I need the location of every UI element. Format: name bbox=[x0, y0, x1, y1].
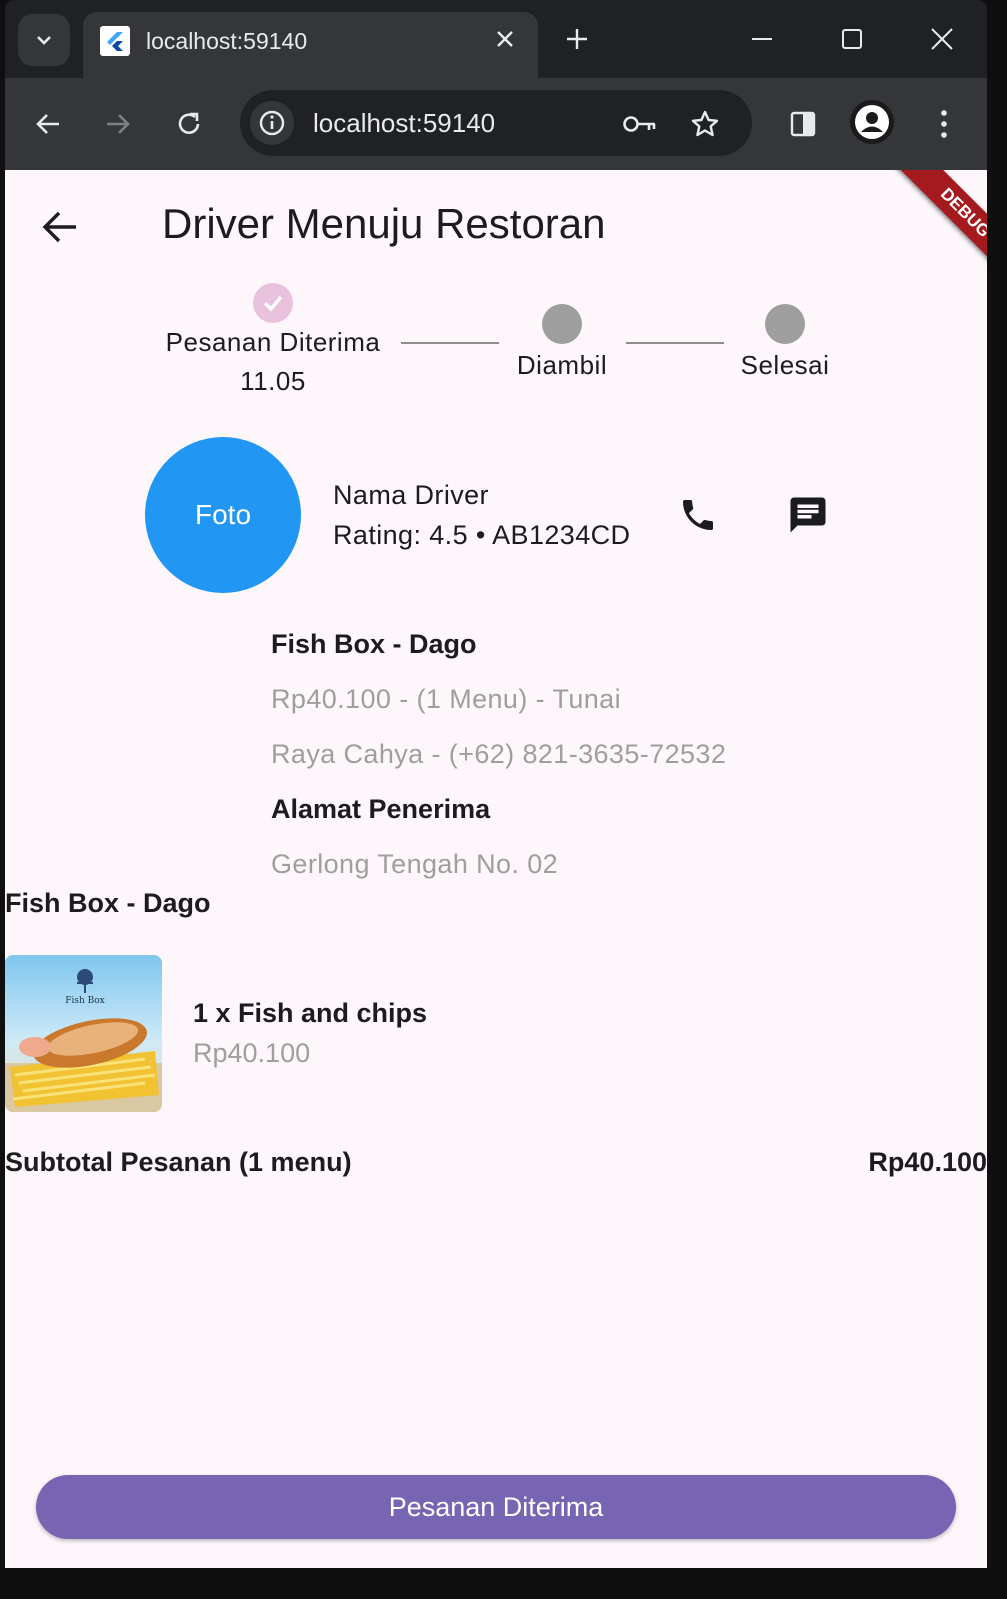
food-item-price: Rp40.100 bbox=[193, 1038, 311, 1068]
tab-search-button[interactable] bbox=[18, 14, 70, 66]
driver-photo-label: Foto bbox=[194, 499, 252, 530]
step-label: Selesai bbox=[740, 350, 830, 380]
delivery-address: Gerlong Tengah No. 02 bbox=[271, 849, 559, 879]
food-image-caption: Fish Box bbox=[65, 996, 105, 1006]
check-icon bbox=[253, 283, 293, 323]
app-bar: Driver Menuju Restoran bbox=[5, 170, 987, 280]
food-item-name: 1 x Fish and chips bbox=[193, 998, 428, 1028]
step-time: 11.05 bbox=[240, 366, 306, 396]
forward-arrow-icon bbox=[107, 114, 130, 134]
close-window-button[interactable] bbox=[920, 20, 964, 58]
tab-search-icon bbox=[37, 36, 51, 45]
back-arrow-icon bbox=[36, 114, 59, 134]
app-back-button[interactable] bbox=[35, 202, 85, 252]
arrow-back-icon bbox=[42, 211, 76, 243]
step-label: Pesanan Diterima bbox=[165, 327, 381, 357]
driver-name: Nama Driver bbox=[333, 480, 489, 510]
reload-icon bbox=[178, 112, 200, 134]
step-connector bbox=[626, 342, 724, 344]
flutter-favicon bbox=[100, 26, 130, 56]
step-selesai: Selesai bbox=[733, 304, 837, 381]
reload-button[interactable] bbox=[167, 102, 211, 146]
order-received-button[interactable]: Pesanan Diterima bbox=[36, 1475, 956, 1539]
url-text[interactable]: localhost:59140 bbox=[313, 108, 495, 139]
password-key-button[interactable] bbox=[620, 104, 660, 144]
browser-window: localhost:59140 localhost:59140 Driver M… bbox=[5, 0, 987, 1568]
back-button[interactable] bbox=[26, 102, 70, 146]
driver-rating: Rating: 4.5 • AB1234CD bbox=[333, 520, 631, 550]
star-icon bbox=[691, 110, 719, 137]
call-driver-button[interactable] bbox=[670, 487, 726, 543]
driver-photo: Foto bbox=[145, 437, 301, 593]
tab-close-button[interactable] bbox=[491, 25, 519, 53]
restaurant-name: Fish Box - Dago bbox=[271, 629, 477, 659]
key-icon bbox=[623, 116, 656, 132]
address-heading: Alamat Penerima bbox=[271, 794, 491, 824]
side-panel-button[interactable] bbox=[781, 102, 825, 146]
browser-tab[interactable]: localhost:59140 bbox=[83, 12, 538, 78]
subtotal-value: Rp40.100 bbox=[868, 1147, 987, 1177]
app-viewport: Driver Menuju Restoran DEBUG Pesanan Dit… bbox=[5, 170, 987, 1568]
step-connector bbox=[401, 342, 499, 344]
plus-icon bbox=[567, 29, 587, 49]
browser-menu-button[interactable] bbox=[922, 102, 966, 146]
info-icon bbox=[259, 110, 285, 136]
order-restaurant-title: Fish Box - Dago bbox=[5, 888, 211, 918]
bookmark-star-button[interactable] bbox=[685, 104, 725, 144]
chat-driver-button[interactable] bbox=[780, 487, 836, 543]
close-icon bbox=[497, 31, 513, 47]
new-tab-button[interactable] bbox=[560, 22, 594, 56]
tab-title: localhost:59140 bbox=[146, 28, 308, 54]
page-title: Driver Menuju Restoran bbox=[162, 200, 606, 247]
address-bar[interactable]: localhost:59140 bbox=[240, 90, 752, 156]
customer-contact: Raya Cahya - (+62) 821-3635-72532 bbox=[271, 739, 727, 769]
step-diambil: Diambil bbox=[508, 304, 616, 381]
step-dot bbox=[542, 304, 582, 344]
maximize-icon bbox=[842, 29, 862, 49]
step-dot bbox=[765, 304, 805, 344]
profile-button[interactable] bbox=[850, 100, 894, 144]
subtotal-label: Subtotal Pesanan (1 menu) bbox=[5, 1147, 352, 1177]
more-vert-icon bbox=[941, 110, 947, 138]
phone-icon bbox=[683, 500, 713, 530]
message-icon bbox=[790, 497, 826, 533]
tab-bar: localhost:59140 bbox=[5, 0, 987, 78]
step-label: Diambil bbox=[516, 350, 608, 380]
step-pesanan-diterima: Pesanan Diterima 11.05 bbox=[160, 283, 386, 397]
side-panel-icon bbox=[790, 111, 816, 137]
browser-toolbar: localhost:59140 bbox=[5, 78, 987, 170]
food-image: Fish Box bbox=[5, 955, 162, 1112]
minimize-button[interactable] bbox=[740, 20, 784, 58]
minimize-icon bbox=[752, 38, 772, 40]
order-summary: Rp40.100 - (1 Menu) - Tunai bbox=[271, 684, 621, 714]
profile-icon bbox=[855, 105, 889, 139]
maximize-button[interactable] bbox=[830, 20, 874, 58]
site-info-button[interactable] bbox=[250, 101, 294, 145]
close-window-icon bbox=[931, 28, 953, 50]
forward-button[interactable] bbox=[96, 102, 140, 146]
